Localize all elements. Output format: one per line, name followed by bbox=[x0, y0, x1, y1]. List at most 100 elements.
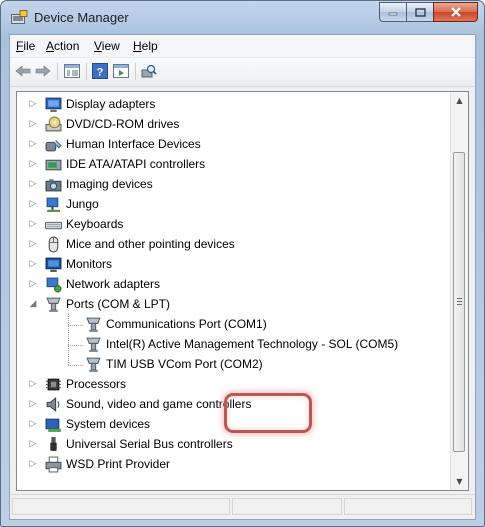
expand-arrow-icon[interactable]: ▷ bbox=[29, 100, 37, 109]
expand-arrow-icon[interactable]: ▷ bbox=[29, 280, 37, 289]
tree-category-item[interactable]: ▷ Display adapters bbox=[17, 95, 450, 115]
highlight-annotation bbox=[224, 393, 312, 433]
display-icon bbox=[45, 97, 62, 112]
tree-item-label: DVD/CD-ROM drives bbox=[66, 117, 180, 131]
speaker-icon bbox=[46, 397, 60, 412]
tree-category-item[interactable]: ◢ Ports (COM & LPT) bbox=[17, 295, 450, 315]
tree-category-item[interactable]: ▷ Keyboards bbox=[17, 215, 450, 235]
device-manager-icon bbox=[11, 10, 28, 24]
system-device-icon bbox=[45, 418, 61, 432]
monitor-icon bbox=[45, 257, 62, 272]
back-icon bbox=[15, 65, 31, 77]
back-button[interactable] bbox=[14, 63, 32, 79]
tree-item-label: Network adapters bbox=[66, 277, 161, 291]
menu-action[interactable]: Action bbox=[46, 39, 79, 53]
tree-connector-vertical bbox=[68, 313, 70, 365]
expand-arrow-icon[interactable]: ▷ bbox=[29, 120, 37, 129]
tree-connector bbox=[68, 365, 83, 367]
tree-item-label: Human Interface Devices bbox=[66, 137, 201, 151]
forward-button[interactable] bbox=[34, 63, 52, 79]
tree-item-label: Mice and other pointing devices bbox=[66, 237, 235, 251]
tree-child-item[interactable]: TIM USB VCom Port (COM2) bbox=[17, 355, 450, 375]
expand-arrow-icon[interactable]: ▷ bbox=[29, 240, 37, 249]
update-driver-icon bbox=[113, 64, 129, 78]
collapse-arrow-icon[interactable]: ◢ bbox=[29, 300, 37, 309]
network-device-icon bbox=[46, 197, 60, 212]
network-adapter-icon bbox=[46, 277, 62, 293]
maximize-icon bbox=[414, 7, 426, 17]
menu-view[interactable]: View bbox=[94, 39, 120, 53]
expand-arrow-icon[interactable]: ▷ bbox=[29, 380, 37, 389]
tree-connector bbox=[68, 325, 83, 327]
status-pane-main bbox=[12, 498, 230, 515]
tree-category-item[interactable]: ▷ Universal Serial Bus controllers bbox=[17, 435, 450, 455]
expand-arrow-icon[interactable]: ▷ bbox=[29, 160, 37, 169]
processor-icon bbox=[46, 378, 61, 391]
tree-item-label: Processors bbox=[66, 377, 127, 391]
tree-item-label: Keyboards bbox=[66, 217, 124, 231]
tree-category-item[interactable]: ▷ IDE ATA/ATAPI controllers bbox=[17, 155, 450, 175]
camera-icon bbox=[45, 179, 62, 192]
tree-category-item[interactable]: ▷ Monitors bbox=[17, 255, 450, 275]
update-driver-button[interactable] bbox=[112, 63, 130, 79]
tree-category-item[interactable]: ▷ DVD/CD-ROM drives bbox=[17, 115, 450, 135]
minimize-button[interactable] bbox=[379, 2, 406, 22]
svg-text:?: ? bbox=[97, 67, 104, 79]
tree-category-item[interactable]: ▷ WSD Print Provider bbox=[17, 455, 450, 475]
keyboard-icon bbox=[45, 221, 62, 230]
ide-controller-icon bbox=[45, 159, 62, 171]
port-icon bbox=[86, 357, 101, 372]
scroll-up-arrow-icon[interactable]: ▲ bbox=[451, 92, 468, 109]
properties-help-icon: ? bbox=[92, 63, 108, 79]
port-icon bbox=[86, 317, 101, 332]
tree-child-item[interactable]: Intel(R) Active Management Technology - … bbox=[17, 335, 450, 355]
title-bar[interactable]: Device Manager bbox=[1, 1, 484, 33]
tree-item-label: System devices bbox=[66, 417, 151, 431]
tree-child-item[interactable]: Communications Port (COM1) bbox=[17, 315, 450, 335]
expand-arrow-icon[interactable]: ▷ bbox=[29, 260, 37, 269]
tree-category-item[interactable]: ▷ Imaging devices bbox=[17, 175, 450, 195]
properties-help-button[interactable]: ? bbox=[91, 63, 109, 79]
printer-icon bbox=[45, 456, 62, 473]
device-tree: ▷ Display adapters ▷ DVD/CD-ROM drives ▷ Huma… bbox=[16, 91, 469, 491]
maximize-button[interactable] bbox=[406, 2, 433, 22]
tree-item-label: Universal Serial Bus controllers bbox=[66, 437, 233, 451]
expand-arrow-icon[interactable]: ▷ bbox=[29, 400, 37, 409]
show-hide-tree-icon bbox=[64, 64, 80, 78]
menu-help[interactable]: Help bbox=[133, 39, 158, 53]
expand-arrow-icon[interactable]: ▷ bbox=[29, 460, 37, 469]
expand-arrow-icon[interactable]: ▷ bbox=[29, 220, 37, 229]
show-hide-tree-button[interactable] bbox=[63, 63, 81, 79]
tree-item-label: TIM USB VCom Port (COM2) bbox=[106, 357, 263, 371]
vertical-scrollbar[interactable]: ▲ ▼ bbox=[450, 92, 468, 490]
port-icon bbox=[46, 297, 61, 312]
status-pane-2 bbox=[232, 498, 342, 515]
expand-arrow-icon[interactable]: ▷ bbox=[29, 440, 37, 449]
forward-icon bbox=[35, 65, 51, 77]
tree-category-item[interactable]: ▷ Human Interface Devices bbox=[17, 135, 450, 155]
tree-category-item[interactable]: ▷ Network adapters bbox=[17, 275, 450, 295]
tree-category-item[interactable]: ▷ Processors bbox=[17, 375, 450, 395]
tree-category-item[interactable]: ▷ Jungo bbox=[17, 195, 450, 215]
tree-item-label: WSD Print Provider bbox=[66, 457, 171, 471]
scan-hardware-icon bbox=[141, 64, 157, 78]
scan-hardware-button[interactable] bbox=[140, 63, 158, 79]
tree-item-label: Jungo bbox=[66, 197, 99, 211]
scrollbar-thumb[interactable] bbox=[453, 152, 465, 452]
close-button[interactable] bbox=[433, 2, 478, 22]
tree-item-label: IDE ATA/ATAPI controllers bbox=[66, 157, 206, 171]
expand-arrow-icon[interactable]: ▷ bbox=[29, 420, 37, 429]
menu-file[interactable]: File bbox=[16, 39, 35, 53]
tree-category-item[interactable]: ▷ Mice and other pointing devices bbox=[17, 235, 450, 255]
client-area: File Action View Help ? ▷ Display adapte… bbox=[9, 34, 476, 520]
tree-item-label: Ports (COM & LPT) bbox=[66, 297, 171, 311]
expand-arrow-icon[interactable]: ▷ bbox=[29, 180, 37, 189]
expand-arrow-icon[interactable]: ▷ bbox=[29, 200, 37, 209]
tree-item-label: Communications Port (COM1) bbox=[106, 317, 267, 331]
menu-bar: File Action View Help bbox=[10, 35, 475, 58]
tree-item-label: Intel(R) Active Management Technology - … bbox=[106, 337, 399, 351]
tree-item-label: Monitors bbox=[66, 257, 113, 271]
expand-arrow-icon[interactable]: ▷ bbox=[29, 140, 37, 149]
scroll-down-arrow-icon[interactable]: ▼ bbox=[451, 473, 468, 490]
tree-item-label: Display adapters bbox=[66, 97, 156, 111]
